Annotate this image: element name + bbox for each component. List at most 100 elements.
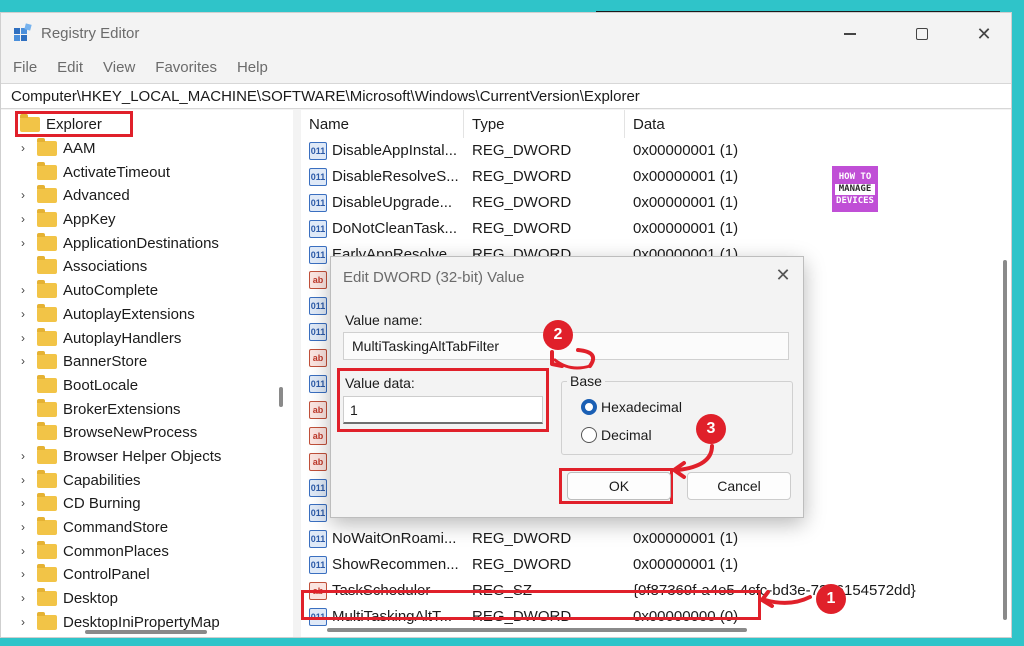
list-horizontal-scrollbar[interactable]	[327, 628, 747, 632]
chevron-right-icon[interactable]: ›	[21, 496, 31, 510]
folder-icon	[37, 209, 57, 228]
tree-item[interactable]: › AutoplayExtensions	[1, 303, 281, 327]
tree-list: › AAM ActivateTimeout › Advanced › AppKey › Appl…	[1, 137, 281, 634]
tree-item-label: AutoplayHandlers	[63, 329, 182, 347]
step-badge-2: 2	[543, 320, 573, 350]
reg-dword-icon: 011	[309, 530, 327, 549]
reg-string-icon: ab	[309, 426, 327, 445]
chevron-right-icon[interactable]: ›	[21, 591, 31, 605]
decimal-radio[interactable]: Decimal	[581, 427, 652, 443]
chevron-right-icon[interactable]: ›	[21, 236, 31, 250]
chevron-right-icon[interactable]: ›	[21, 188, 31, 202]
radio-selected-icon	[581, 399, 597, 415]
value-type: REG_DWORD	[472, 556, 572, 574]
tree-item[interactable]: › Capabilities	[1, 469, 281, 493]
folder-icon	[37, 564, 57, 583]
value-name: DisableUpgrade...	[332, 193, 453, 211]
value-name-label: Value name:	[345, 312, 423, 328]
column-data[interactable]: Data	[625, 110, 1011, 138]
step-badge-1: 1	[816, 584, 846, 614]
tree-item[interactable]: › AutoComplete	[1, 279, 281, 303]
maximize-button[interactable]	[899, 19, 945, 49]
menu-file[interactable]: File	[3, 59, 47, 76]
tree-item[interactable]: BrowseNewProcess	[1, 421, 281, 445]
chevron-right-icon[interactable]: ›	[21, 307, 31, 321]
tree-item[interactable]: › ApplicationDestinations	[1, 232, 281, 256]
value-row[interactable]: 011 DisableResolveS... REG_DWORD 0x00000001…	[301, 164, 1011, 190]
tree-item-label: AutoplayExtensions	[63, 305, 195, 323]
tree-item[interactable]: BootLocale	[1, 374, 281, 398]
folder-icon	[37, 232, 57, 251]
menu-view[interactable]: View	[93, 59, 145, 76]
value-data-input[interactable]: 1	[343, 396, 543, 424]
menu-favorites[interactable]: Favorites	[145, 59, 227, 76]
address-bar[interactable]: Computer\HKEY_LOCAL_MACHINE\SOFTWARE\Mic…	[1, 83, 1011, 109]
tree-item-label: BrowseNewProcess	[63, 424, 198, 442]
tree-item[interactable]: › BannerStore	[1, 350, 281, 374]
close-button[interactable]: ✕	[961, 19, 1007, 49]
value-row[interactable]: 011 DisableUpgrade... REG_DWORD 0x00000001 …	[301, 190, 1011, 216]
tree-item-label: Desktop	[63, 590, 119, 608]
chevron-right-icon[interactable]: ›	[21, 283, 31, 297]
tree-item[interactable]: › AutoplayHandlers	[1, 327, 281, 351]
menu-bar: File Edit View Favorites Help	[1, 53, 1011, 81]
value-row[interactable]: 011 ShowRecommen... REG_DWORD 0x00000001 (1…	[301, 552, 1011, 578]
chevron-right-icon[interactable]: ›	[21, 212, 31, 226]
tree-item-label: BootLocale	[63, 376, 139, 394]
reg-string-icon: ab	[309, 452, 327, 471]
chevron-right-icon[interactable]: ›	[21, 141, 31, 155]
chevron-right-icon[interactable]: ›	[21, 567, 31, 581]
menu-help[interactable]: Help	[227, 59, 278, 76]
value-row[interactable]: 011 DoNotCleanTask... REG_DWORD 0x00000001 …	[301, 216, 1011, 242]
tree-item[interactable]: ActivateTimeout	[1, 161, 281, 185]
tree-item-label: AAM	[63, 140, 96, 157]
chevron-right-icon[interactable]: ›	[21, 473, 31, 487]
column-type[interactable]: Type	[464, 110, 625, 138]
logo-line-2: MANAGE	[835, 183, 875, 195]
cancel-button[interactable]: Cancel	[687, 472, 791, 500]
dialog-close-icon[interactable]: ✕	[771, 265, 795, 289]
list-vertical-scrollbar[interactable]	[1003, 260, 1007, 620]
chevron-right-icon[interactable]: ›	[21, 354, 31, 368]
tree-item[interactable]: › Advanced	[1, 184, 281, 208]
hexadecimal-radio[interactable]: Hexadecimal	[581, 399, 682, 415]
reg-string-icon: ab	[309, 400, 327, 419]
tree-item-label: Advanced	[63, 187, 130, 205]
value-data: 0x00000001 (1)	[633, 556, 739, 574]
value-name: DisableAppInstal...	[332, 142, 458, 159]
tree-item[interactable]: Associations	[1, 255, 281, 279]
key-tree-pane[interactable]: Explorer › AAM ActivateTimeout › Advanced › Ap…	[1, 110, 293, 637]
chevron-right-icon[interactable]: ›	[21, 449, 31, 463]
tree-item[interactable]: › CD Burning	[1, 492, 281, 516]
value-data: 0x00000001 (1)	[633, 142, 739, 159]
value-name: ShowRecommen...	[332, 556, 459, 574]
maximize-icon	[916, 28, 928, 40]
tree-item[interactable]: › Browser Helper Objects	[1, 445, 281, 469]
tree-item[interactable]: › CommonPlaces	[1, 540, 281, 564]
ok-button[interactable]: OK	[567, 472, 671, 500]
value-data: 0x00000001 (1)	[633, 530, 739, 548]
column-name[interactable]: Name	[301, 110, 464, 138]
tree-root-explorer[interactable]: Explorer	[15, 111, 133, 137]
tree-horizontal-scrollbar[interactable]	[85, 630, 207, 634]
tree-item[interactable]: › AppKey	[1, 208, 281, 232]
chevron-right-icon[interactable]: ›	[21, 544, 31, 558]
menu-edit[interactable]: Edit	[47, 59, 93, 76]
chevron-right-icon[interactable]: ›	[21, 331, 31, 345]
tree-item[interactable]: › Desktop	[1, 587, 281, 611]
minimize-button[interactable]	[827, 19, 873, 49]
chevron-right-icon[interactable]: ›	[21, 520, 31, 534]
value-row[interactable]: 011 DisableAppInstal... REG_DWORD 0x0000000…	[301, 138, 1011, 164]
folder-icon	[20, 113, 40, 132]
tree-item[interactable]: › AAM	[1, 137, 281, 161]
reg-dword-icon: 011	[309, 219, 327, 238]
reg-dword-icon: 011	[309, 142, 327, 160]
value-row[interactable]: 011 NoWaitOnRoami... REG_DWORD 0x00000001 (…	[301, 526, 1011, 552]
tree-item[interactable]: › ControlPanel	[1, 563, 281, 587]
tree-item[interactable]: › CommandStore	[1, 516, 281, 540]
chevron-right-icon[interactable]: ›	[21, 615, 31, 629]
pane-splitter[interactable]	[293, 110, 301, 637]
tree-vertical-scrollbar[interactable]	[279, 387, 283, 407]
folder-icon	[37, 469, 57, 488]
tree-item[interactable]: BrokerExtensions	[1, 398, 281, 422]
